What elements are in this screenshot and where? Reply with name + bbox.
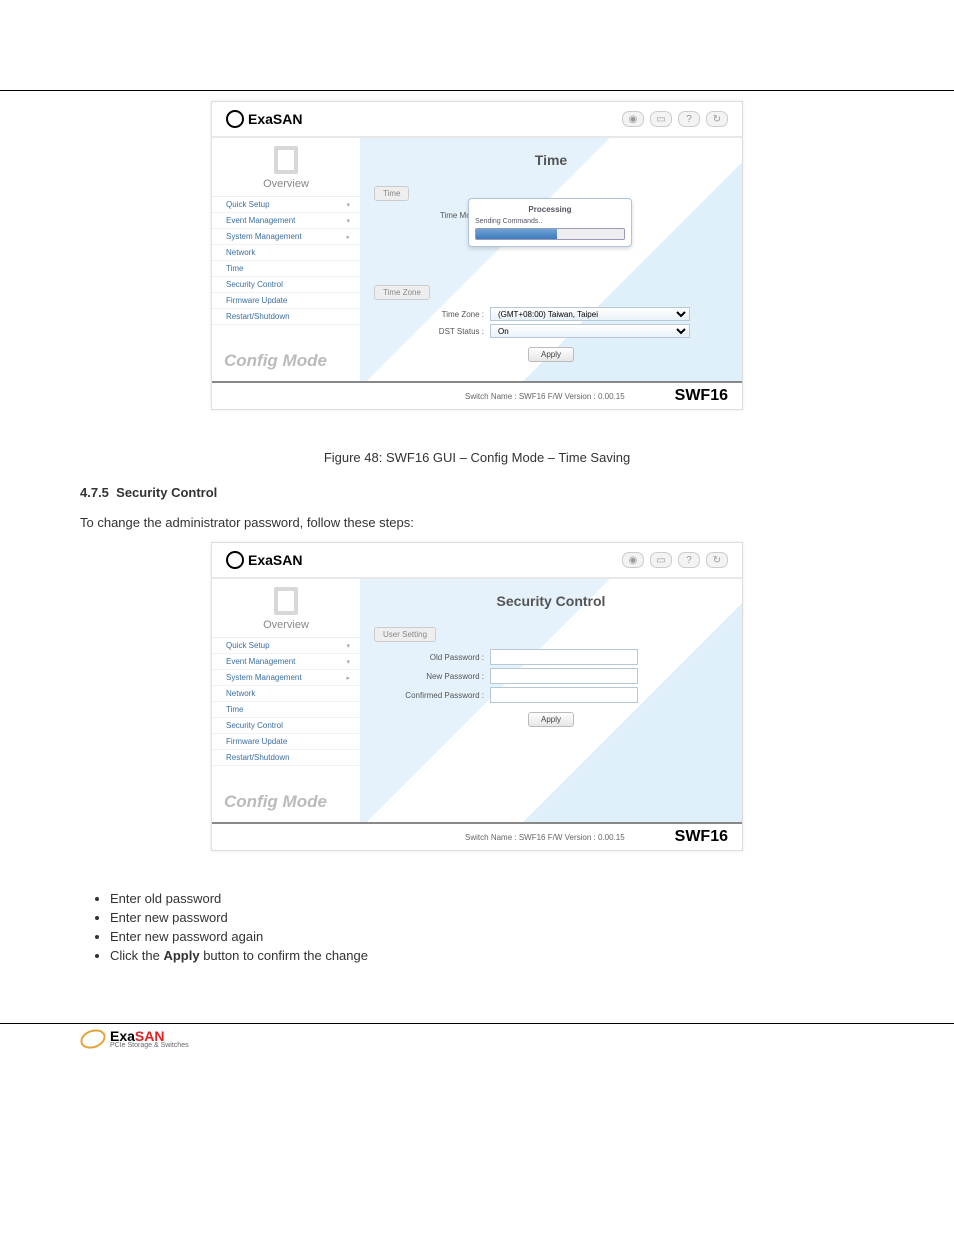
page-icon[interactable]: ▭	[650, 111, 672, 127]
nav-event-management[interactable]: Event Management▾	[212, 213, 360, 229]
timezone-select[interactable]: (GMT+08:00) Taiwan, Taipei	[490, 307, 690, 321]
model-label: SWF16	[675, 387, 728, 405]
nav-time[interactable]: Time	[212, 702, 360, 718]
brand-logo: ExaSAN	[226, 551, 302, 569]
security-control-screenshot: ExaSAN ◉ ▭ ? ↻ Overview Quick Setup▾ Eve…	[211, 542, 743, 851]
new-password-input[interactable]	[490, 668, 638, 684]
apply-button[interactable]: Apply	[528, 347, 574, 362]
page-title: Security Control	[374, 593, 728, 609]
nav-security-control[interactable]: Security Control	[212, 718, 360, 734]
nav-system-management[interactable]: System Management▸	[212, 229, 360, 245]
sidebar: Overview Quick Setup▾ Event Management▾ …	[212, 138, 360, 381]
apply-button[interactable]: Apply	[528, 712, 574, 727]
help-icon[interactable]: ?	[678, 552, 700, 568]
nav-security-control[interactable]: Security Control	[212, 277, 360, 293]
brand-logo: ExaSAN	[226, 110, 302, 128]
bullet-item: Click the Apply button to confirm the ch…	[110, 948, 874, 963]
nav-restart-shutdown[interactable]: Restart/Shutdown	[212, 750, 360, 766]
bullet-item: Enter old password	[110, 891, 874, 906]
nav-quick-setup[interactable]: Quick Setup▾	[212, 638, 360, 654]
dst-select[interactable]: On	[490, 324, 690, 338]
nav-firmware-update[interactable]: Firmware Update	[212, 734, 360, 750]
time-config-screenshot: ExaSAN ◉ ▭ ? ↻ Overview Quick Setup▾ Eve…	[211, 101, 743, 410]
nav-list: Quick Setup▾ Event Management▾ System Ma…	[212, 196, 360, 325]
refresh-icon[interactable]: ↻	[706, 552, 728, 568]
eye-icon[interactable]: ◉	[622, 552, 644, 568]
switch-info: Switch Name : SWF16 F/W Version : 0.00.1…	[465, 833, 625, 842]
page-footer-logo: ExaSAN PCIe Storage & Switches	[80, 1028, 954, 1049]
instruction-list: Enter old password Enter new password En…	[110, 891, 874, 963]
content-security: Security Control User Setting Old Passwo…	[360, 579, 742, 822]
card-footer: Switch Name : SWF16 F/W Version : 0.00.1…	[212, 381, 742, 409]
confirm-password-input[interactable]	[490, 687, 638, 703]
section-description: To change the administrator password, fo…	[80, 513, 874, 533]
processing-message: Sending Commands..	[475, 218, 625, 225]
help-icon[interactable]: ?	[678, 111, 700, 127]
nav-firmware-update[interactable]: Firmware Update	[212, 293, 360, 309]
page-title: Time	[374, 152, 728, 168]
nav-time[interactable]: Time	[212, 261, 360, 277]
old-password-label: Old Password :	[374, 653, 490, 662]
header-toolbar: ◉ ▭ ? ↻	[622, 552, 728, 568]
model-label: SWF16	[675, 828, 728, 846]
timezone-label: Time Zone :	[374, 310, 490, 319]
switch-info: Switch Name : SWF16 F/W Version : 0.00.1…	[465, 392, 625, 401]
header-toolbar: ◉ ▭ ? ↻	[622, 111, 728, 127]
tab-timezone[interactable]: Time Zone	[374, 285, 430, 300]
sidebar: Overview Quick Setup▾ Event Management▾ …	[212, 579, 360, 822]
content-time: Time Time Time Mode : NTP Time Zone Time…	[360, 138, 742, 381]
nav-event-management[interactable]: Event Management▾	[212, 654, 360, 670]
nav-network[interactable]: Network	[212, 686, 360, 702]
nav-list: Quick Setup▾ Event Management▾ System Ma…	[212, 637, 360, 766]
mode-label: Config Mode	[212, 325, 360, 381]
new-password-label: New Password :	[374, 672, 490, 681]
processing-dialog: Processing Sending Commands..	[468, 198, 632, 247]
app-header: ExaSAN ◉ ▭ ? ↻	[212, 102, 742, 138]
tab-time[interactable]: Time	[374, 186, 409, 201]
mode-label: Config Mode	[212, 766, 360, 822]
dst-label: DST Status :	[374, 327, 490, 336]
section-heading: 4.7.5 Security Control	[80, 483, 874, 503]
nav-restart-shutdown[interactable]: Restart/Shutdown	[212, 309, 360, 325]
overview-icon	[274, 587, 298, 615]
ring-icon	[78, 1026, 109, 1052]
nav-system-management[interactable]: System Management▸	[212, 670, 360, 686]
tab-user-setting[interactable]: User Setting	[374, 627, 436, 642]
bullet-item: Enter new password again	[110, 929, 874, 944]
page-icon[interactable]: ▭	[650, 552, 672, 568]
bullet-item: Enter new password	[110, 910, 874, 925]
app-header: ExaSAN ◉ ▭ ? ↻	[212, 543, 742, 579]
overview-icon	[274, 146, 298, 174]
refresh-icon[interactable]: ↻	[706, 111, 728, 127]
progress-bar	[475, 228, 625, 240]
overview-label: Overview	[263, 178, 309, 190]
old-password-input[interactable]	[490, 649, 638, 665]
figure-caption: Figure 48: SWF16 GUI – Config Mode – Tim…	[0, 450, 954, 465]
confirm-password-label: Confirmed Password :	[374, 691, 490, 700]
nav-quick-setup[interactable]: Quick Setup▾	[212, 197, 360, 213]
eye-icon[interactable]: ◉	[622, 111, 644, 127]
nav-network[interactable]: Network	[212, 245, 360, 261]
card-footer: Switch Name : SWF16 F/W Version : 0.00.1…	[212, 822, 742, 850]
processing-title: Processing	[475, 205, 625, 214]
overview-label: Overview	[263, 619, 309, 631]
